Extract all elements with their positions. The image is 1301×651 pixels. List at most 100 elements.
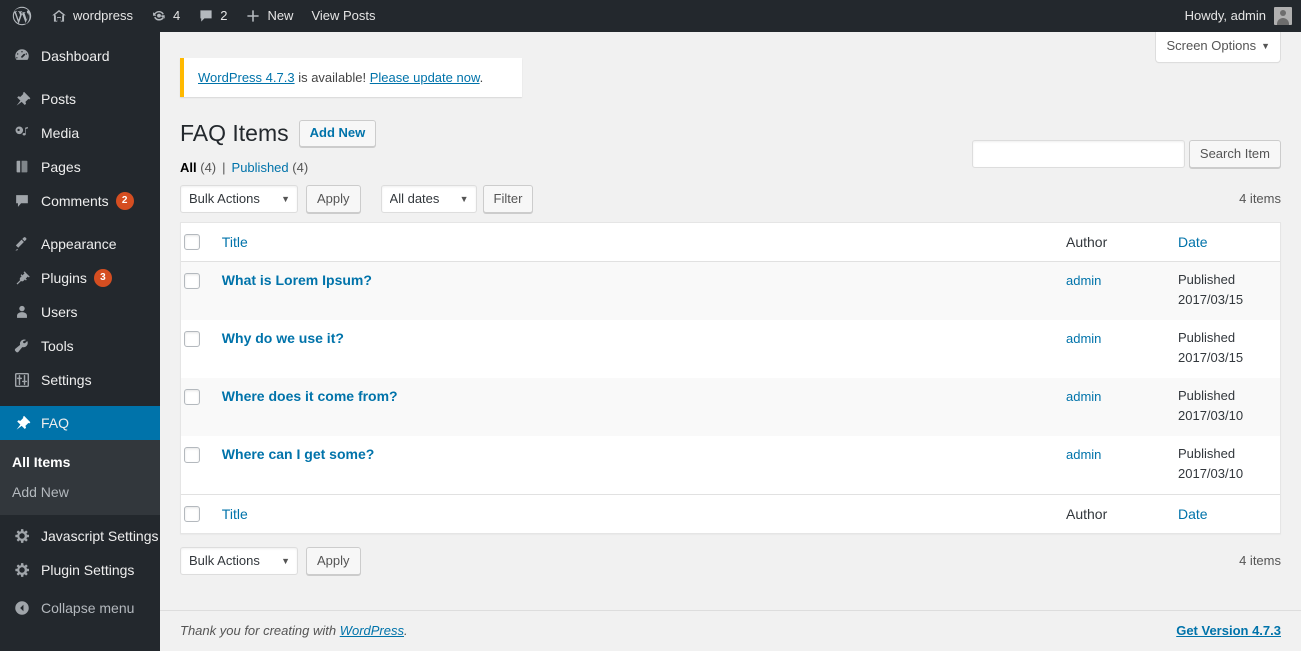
row-author-link[interactable]: admin — [1066, 273, 1101, 288]
site-name-label: wordpress — [73, 8, 133, 23]
pages-icon — [12, 157, 32, 177]
table-body: What is Lorem Ipsum? admin Published 201… — [181, 262, 1280, 494]
site-name-menu[interactable]: wordpress — [42, 0, 142, 32]
wrench-icon — [12, 336, 32, 356]
bulk-actions-select-top[interactable]: Bulk Actions — [180, 185, 298, 213]
gear-icon — [12, 526, 32, 546]
wordpress-logo-menu[interactable] — [0, 0, 42, 32]
row-checkbox[interactable] — [184, 331, 200, 347]
my-account-menu[interactable]: Howdy, admin — [1176, 0, 1301, 32]
row-title-link[interactable]: Where does it come from? — [222, 388, 398, 404]
sort-by-date-link[interactable]: Date — [1178, 234, 1208, 250]
row-checkbox[interactable] — [184, 447, 200, 463]
view-all-link[interactable]: All — [180, 160, 197, 175]
updates-icon — [151, 8, 167, 24]
row-checkbox[interactable] — [184, 389, 200, 405]
sidebar-item-label: Tools — [41, 338, 74, 354]
apply-button-bottom[interactable]: Apply — [306, 547, 361, 575]
admin-bar-right: Howdy, admin — [1176, 0, 1301, 32]
sidebar-item-comments[interactable]: Comments 2 — [0, 184, 160, 218]
row-date-status: Published — [1178, 330, 1236, 345]
column-author-label: Author — [1066, 234, 1108, 250]
sidebar-item-users[interactable]: Users — [0, 295, 160, 329]
new-content-label: New — [267, 8, 294, 23]
row-title-link[interactable]: Where can I get some? — [222, 446, 374, 462]
row-title-cell: What is Lorem Ipsum? — [212, 262, 1056, 320]
table-footer-row: Title Author Date — [181, 494, 1280, 533]
comment-icon — [12, 191, 32, 211]
sidebar-item-pages[interactable]: Pages — [0, 150, 160, 184]
sidebar-item-plugins[interactable]: Plugins 3 — [0, 261, 160, 295]
sidebar-item-media[interactable]: Media — [0, 116, 160, 150]
row-date-cell: Published 2017/03/15 — [1168, 320, 1280, 378]
get-version-link[interactable]: Get Version 4.7.3 — [1176, 623, 1281, 638]
wordpress-version-link[interactable]: WordPress 4.7.3 — [198, 70, 295, 85]
all-dates-select[interactable]: All dates — [380, 185, 477, 213]
bulk-actions-select-wrap-bottom: Bulk Actions ▼ — [180, 547, 298, 575]
brush-icon — [12, 234, 32, 254]
sidebar-item-faq[interactable]: FAQ — [0, 406, 168, 440]
sidebar-item-label: Plugins — [41, 270, 87, 286]
row-author-link[interactable]: admin — [1066, 389, 1101, 404]
sidebar-item-posts[interactable]: Posts — [0, 82, 160, 116]
sidebar-item-dashboard[interactable]: Dashboard — [0, 39, 160, 73]
faq-items-table: Title Author Date What is Lorem Ipsum? a… — [180, 222, 1281, 534]
wordpress-link[interactable]: WordPress — [340, 623, 404, 638]
filter-button[interactable]: Filter — [482, 185, 534, 213]
sort-by-title-link-bottom[interactable]: Title — [222, 506, 248, 522]
admin-bar-left: wordpress 4 2 New View Posts — [0, 0, 385, 32]
view-published-link[interactable]: Published — [232, 160, 289, 175]
apply-button-top[interactable]: Apply — [306, 185, 361, 213]
search-box: Search Item — [971, 140, 1281, 168]
sidebar-item-plugin-settings[interactable]: Plugin Settings — [0, 553, 160, 587]
sidebar-item-settings[interactable]: Settings — [0, 363, 160, 397]
add-new-button[interactable]: Add New — [298, 120, 377, 147]
sidebar-item-label: Posts — [41, 91, 77, 107]
updates-menu[interactable]: 4 — [142, 0, 189, 32]
column-author-label-bottom: Author — [1066, 506, 1108, 522]
item-count-top: 4 items — [1239, 191, 1281, 206]
submenu-item-add-new[interactable]: Add New — [0, 477, 160, 507]
select-all-checkbox-bottom[interactable] — [184, 506, 200, 522]
comments-count: 2 — [220, 8, 228, 23]
dashboard-icon — [12, 46, 32, 66]
row-date-value: 2017/03/10 — [1178, 408, 1244, 423]
comments-menu[interactable]: 2 — [189, 0, 236, 32]
row-select-cell — [181, 436, 212, 494]
faq-submenu: All Items Add New — [0, 440, 160, 515]
sort-by-date-link-bottom[interactable]: Date — [1178, 506, 1208, 522]
view-all-count: (4) — [200, 160, 217, 175]
tablenav-bottom: Bulk Actions ▼ Apply 4 items — [180, 546, 1281, 576]
sidebar-item-javascript-settings[interactable]: Javascript Settings — [0, 519, 160, 553]
row-date-cell: Published 2017/03/10 — [1168, 378, 1280, 436]
sidebar-item-label: Comments — [41, 193, 109, 209]
bulk-actions-select-bottom[interactable]: Bulk Actions — [180, 547, 298, 575]
sort-by-title-link[interactable]: Title — [222, 234, 248, 250]
sidebar-item-tools[interactable]: Tools — [0, 329, 160, 363]
submenu-item-all-items[interactable]: All Items — [0, 447, 160, 477]
admin-bar: wordpress 4 2 New View Posts Howdy, admi… — [0, 0, 1301, 32]
column-footer-author: Author — [1056, 494, 1168, 533]
please-update-now-link[interactable]: Please update now — [370, 70, 480, 85]
sidebar-item-appearance[interactable]: Appearance — [0, 227, 160, 261]
new-content-menu[interactable]: New — [236, 0, 302, 32]
row-title-link[interactable]: What is Lorem Ipsum? — [222, 272, 372, 288]
table-head: Title Author Date — [181, 223, 1280, 262]
row-date-cell: Published 2017/03/15 — [1168, 262, 1280, 320]
sidebar-item-label: Settings — [41, 372, 92, 388]
table-row: Why do we use it? admin Published 2017/0… — [181, 320, 1280, 378]
comment-bubble-icon — [198, 8, 214, 24]
row-date-status: Published — [1178, 272, 1236, 287]
view-posts-menu[interactable]: View Posts — [302, 0, 384, 32]
column-footer-date: Date — [1168, 494, 1280, 533]
collapse-menu-button[interactable]: Collapse menu — [0, 591, 160, 625]
row-author-link[interactable]: admin — [1066, 331, 1101, 346]
row-checkbox[interactable] — [184, 273, 200, 289]
row-title-link[interactable]: Why do we use it? — [222, 330, 344, 346]
search-input[interactable] — [971, 140, 1185, 168]
row-date-value: 2017/03/15 — [1178, 292, 1244, 307]
search-item-button[interactable]: Search Item — [1188, 140, 1281, 168]
row-author-link[interactable]: admin — [1066, 447, 1101, 462]
select-all-checkbox-top[interactable] — [184, 234, 200, 250]
dates-select-wrap: All dates ▼ — [380, 185, 477, 213]
